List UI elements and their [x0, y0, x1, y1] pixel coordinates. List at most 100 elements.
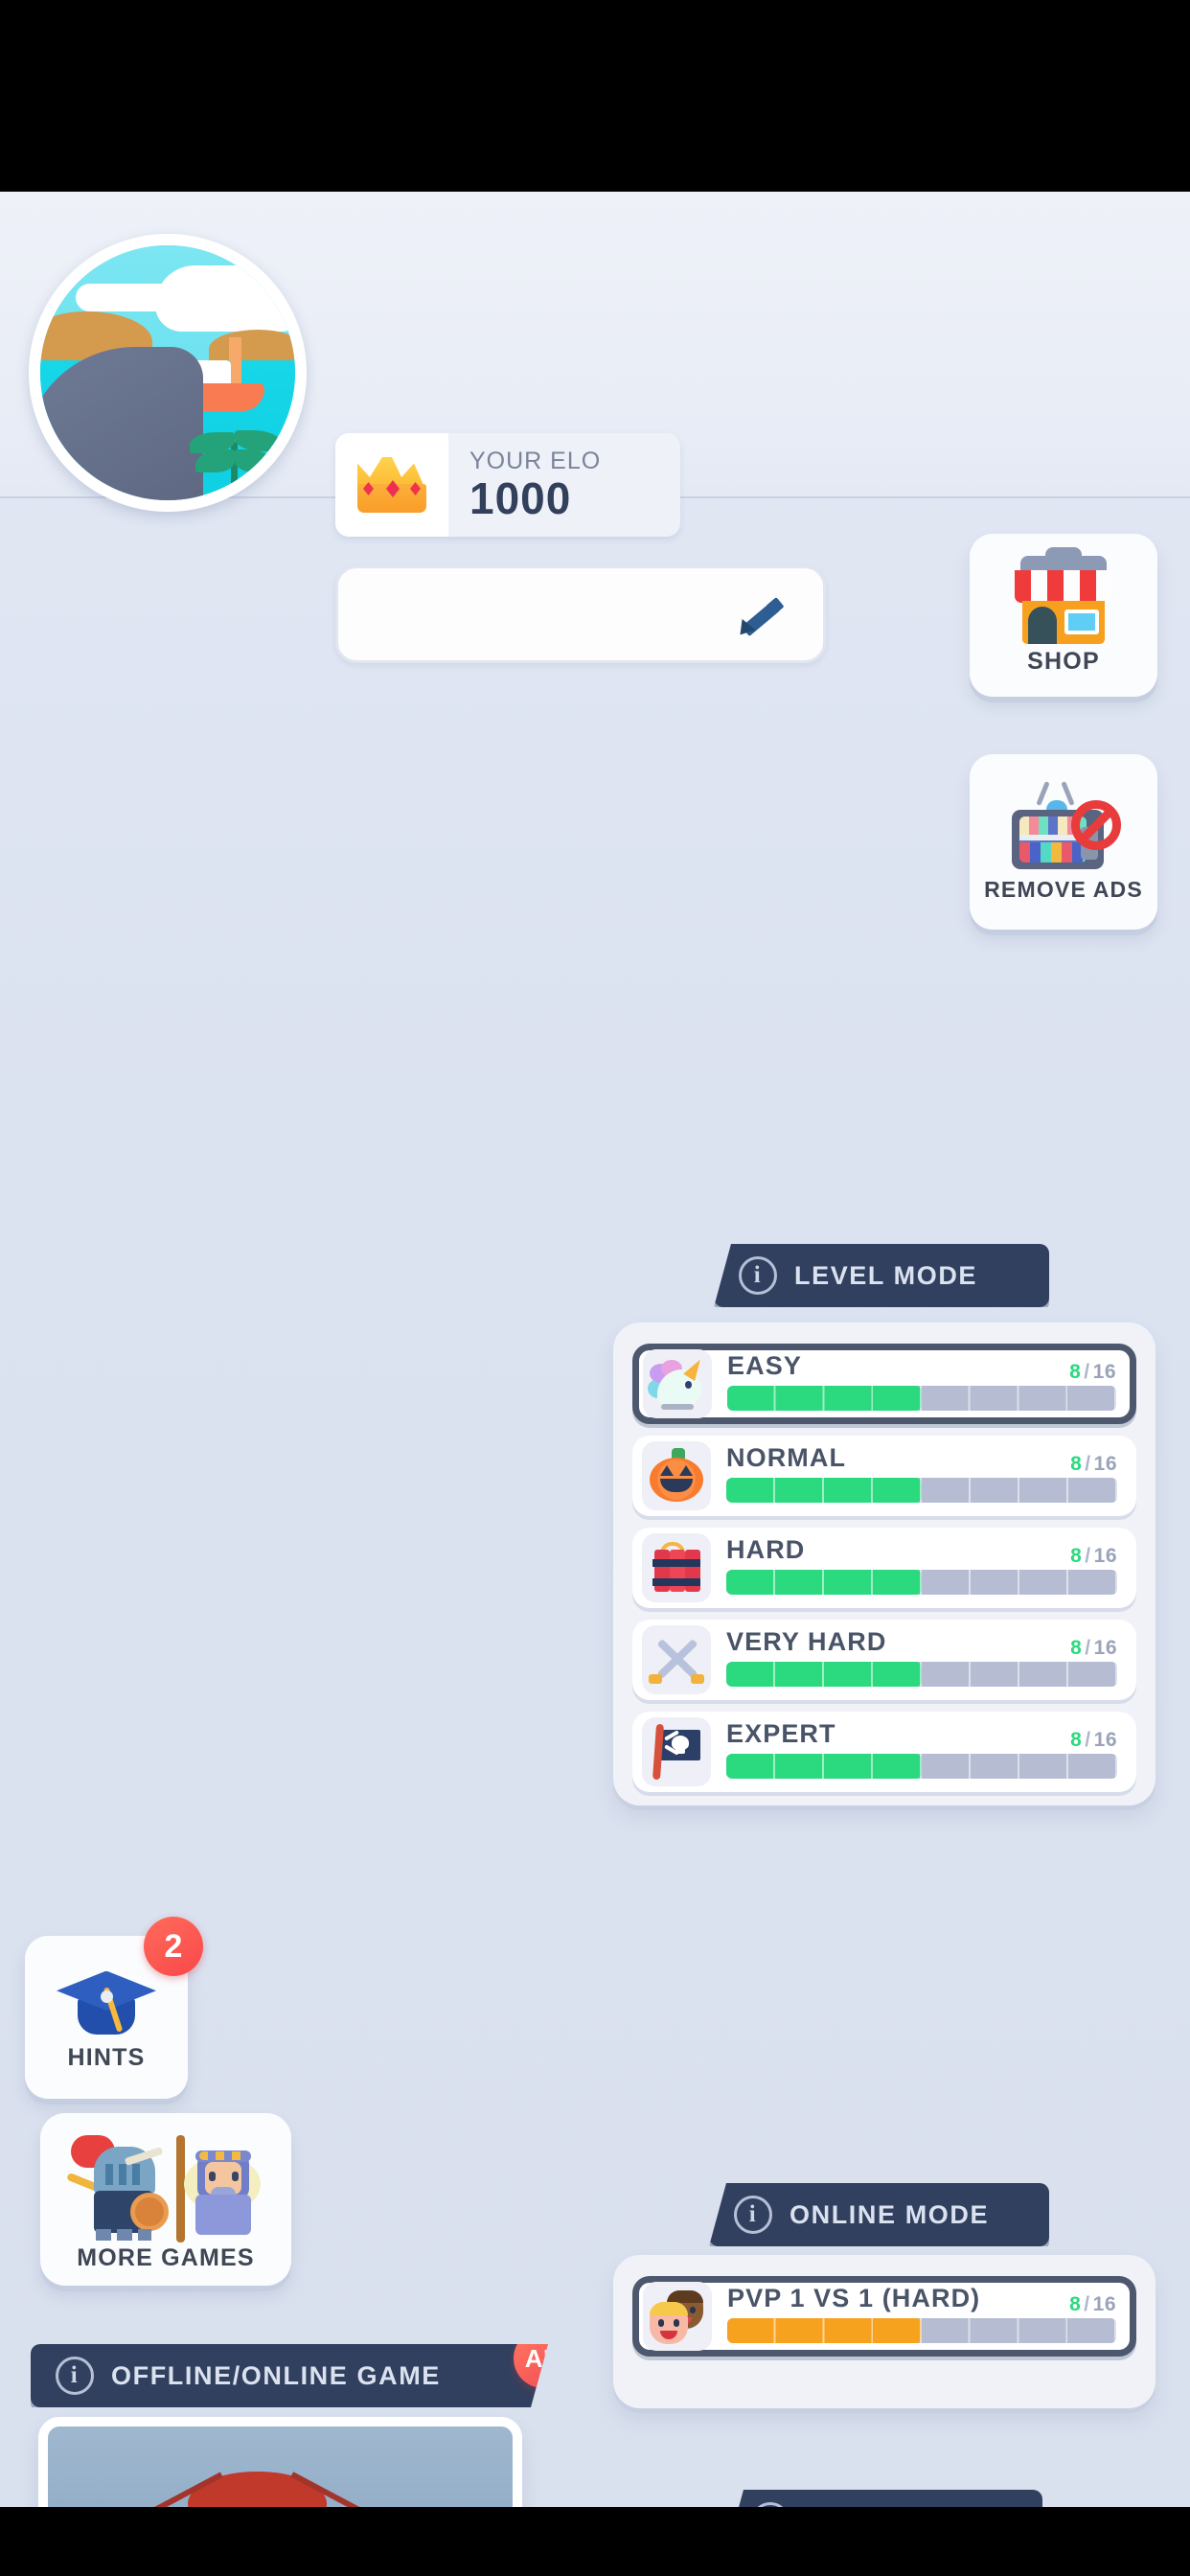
- play-mode-pill-label: LEVEL MODE: [807, 2507, 990, 2508]
- online-mode-pill-label: ONLINE MODE: [790, 2199, 990, 2229]
- mode-row[interactable]: EASY 8/16: [632, 1344, 1136, 1424]
- progress-separator: /: [1085, 1637, 1091, 1659]
- ad-banner-image[interactable]: [38, 2417, 522, 2507]
- status-bar-bottom: [0, 2507, 1190, 2576]
- mode-row-progress-text: 8/16: [1070, 1545, 1117, 1568]
- progress-total: 16: [1092, 1361, 1116, 1383]
- more-games-button[interactable]: MORE GAMES: [40, 2113, 291, 2286]
- avatar[interactable]: [29, 234, 307, 512]
- progress-current: 8: [1070, 1729, 1083, 1751]
- level-mode-panel: EASY 8/16 NORMAL 8/16 HARD 8/16 VERY HARD 8/16 E…: [613, 1322, 1156, 1806]
- mode-row-body: NORMAL 8/16: [711, 1441, 1119, 1510]
- mode-row-progress-bar: [727, 1386, 1116, 1411]
- progress-current: 8: [1070, 1545, 1083, 1567]
- mode-row[interactable]: HARD 8/16: [632, 1528, 1136, 1608]
- hints-label: HINTS: [67, 2043, 146, 2071]
- mode-row-progress-bar: [726, 1754, 1117, 1779]
- pencil-icon[interactable]: [733, 597, 785, 641]
- progress-total: 16: [1093, 1545, 1117, 1567]
- pirate-flag-icon: [642, 1717, 711, 1786]
- pumpkin-icon: [642, 1441, 711, 1510]
- mode-row-label: VERY HARD: [726, 1627, 887, 1656]
- progress-ticks: [727, 1386, 1116, 1411]
- progress-ticks: [726, 1570, 1117, 1595]
- level-mode-pill-label: LEVEL MODE: [794, 1260, 978, 1290]
- elo-value: 1000: [469, 473, 572, 524]
- shop-label: SHOP: [1027, 647, 1100, 675]
- mode-row-progress-text: 8/16: [1070, 1729, 1117, 1752]
- progress-ticks: [727, 2318, 1116, 2343]
- hints-button[interactable]: HINTS 2: [25, 1917, 203, 2099]
- elo-label: YOUR ELO: [469, 448, 602, 475]
- status-bar-top: [0, 0, 1190, 192]
- progress-separator: /: [1084, 1361, 1090, 1383]
- mode-row-progress-text: 8/16: [1070, 1453, 1117, 1476]
- ad-badge: AD: [514, 2329, 573, 2388]
- info-icon: i: [751, 2502, 790, 2507]
- two-faces-icon: [643, 2282, 712, 2351]
- header-bar: YOUR ELO 1000: [0, 192, 1190, 663]
- progress-separator: /: [1085, 1729, 1091, 1751]
- mode-row-progress-bar: [727, 2318, 1116, 2343]
- mode-row-label: NORMAL: [726, 1443, 847, 1472]
- mode-row[interactable]: PVP 1 VS 1 (HARD) 8/16: [632, 2276, 1136, 2357]
- mode-row-label: EXPERT: [726, 1719, 836, 1748]
- mode-row-progress-bar: [726, 1662, 1117, 1687]
- player-name-input[interactable]: [335, 565, 826, 663]
- mode-row-body: EASY 8/16: [712, 1349, 1118, 1418]
- unicorn-icon: [643, 1349, 712, 1418]
- progress-ticks: [726, 1478, 1117, 1503]
- mode-row-progress-text: 8/16: [1069, 2293, 1116, 2316]
- avatar-palm-tree: [188, 424, 285, 500]
- progress-current: 8: [1070, 1453, 1083, 1475]
- crossed-swords-icon: [642, 1625, 711, 1694]
- graduation-cap-icon: [57, 1964, 156, 2038]
- info-icon: i: [734, 2196, 772, 2234]
- mode-row[interactable]: VERY HARD 8/16: [632, 1620, 1136, 1700]
- phone-screen: YOUR ELO 1000 SHOP REMOVE ADS i LEVEL MO…: [0, 0, 1190, 2576]
- mode-row-label: EASY: [727, 1351, 802, 1380]
- mode-row-body: HARD 8/16: [711, 1533, 1119, 1602]
- shop-button[interactable]: SHOP: [970, 534, 1157, 697]
- hints-badge: 2: [144, 1917, 203, 1976]
- crown-icon: [335, 433, 448, 537]
- online-mode-panel: PVP 1 VS 1 (HARD) 8/16: [613, 2255, 1156, 2408]
- mode-row[interactable]: NORMAL 8/16: [632, 1436, 1136, 1516]
- progress-separator: /: [1085, 1453, 1091, 1475]
- progress-total: 16: [1093, 1637, 1117, 1659]
- mode-row-progress-text: 8/16: [1069, 1361, 1116, 1384]
- tv-no-ads-icon: [1008, 781, 1121, 873]
- play-mode-info-pill[interactable]: i LEVEL MODE: [726, 2490, 1042, 2507]
- progress-current: 8: [1070, 1637, 1083, 1659]
- mode-row-body: EXPERT 8/16: [711, 1717, 1119, 1786]
- mode-row-label: PVP 1 VS 1 (HARD): [727, 2284, 981, 2312]
- avatar-cloud: [154, 265, 295, 333]
- remove-ads-button[interactable]: REMOVE ADS: [970, 754, 1157, 930]
- elo-card: YOUR ELO 1000: [335, 433, 680, 537]
- game-home-screen: YOUR ELO 1000 SHOP REMOVE ADS i LEVEL MO…: [0, 192, 1190, 2507]
- dynamite-icon: [642, 1533, 711, 1602]
- mode-row-body: VERY HARD 8/16: [711, 1625, 1119, 1694]
- mode-row-label: HARD: [726, 1535, 806, 1564]
- offline-online-game-ad-pill[interactable]: i OFFLINE/ONLINE GAME AD: [31, 2344, 548, 2407]
- mode-row-progress-text: 8/16: [1070, 1637, 1117, 1660]
- knights-icon: [56, 2128, 276, 2242]
- ad-game-pill-label: OFFLINE/ONLINE GAME: [111, 2360, 441, 2390]
- online-mode-info-pill[interactable]: i ONLINE MODE: [709, 2183, 1049, 2246]
- mode-row-body: PVP 1 VS 1 (HARD) 8/16: [712, 2282, 1118, 2351]
- progress-total: 16: [1093, 1453, 1117, 1475]
- progress-current: 8: [1069, 1361, 1082, 1383]
- progress-separator: /: [1084, 2293, 1090, 2315]
- progress-ticks: [726, 1754, 1117, 1779]
- progress-ticks: [726, 1662, 1117, 1687]
- shop-icon: [1011, 546, 1116, 644]
- progress-total: 16: [1092, 2293, 1116, 2315]
- level-mode-info-pill[interactable]: i LEVEL MODE: [714, 1244, 1049, 1307]
- progress-current: 8: [1069, 2293, 1082, 2315]
- info-icon: i: [56, 2357, 94, 2395]
- progress-total: 16: [1093, 1729, 1117, 1751]
- mode-row-progress-bar: [726, 1478, 1117, 1503]
- mode-row[interactable]: EXPERT 8/16: [632, 1712, 1136, 1792]
- mode-row-progress-bar: [726, 1570, 1117, 1595]
- more-games-label: MORE GAMES: [77, 2243, 255, 2271]
